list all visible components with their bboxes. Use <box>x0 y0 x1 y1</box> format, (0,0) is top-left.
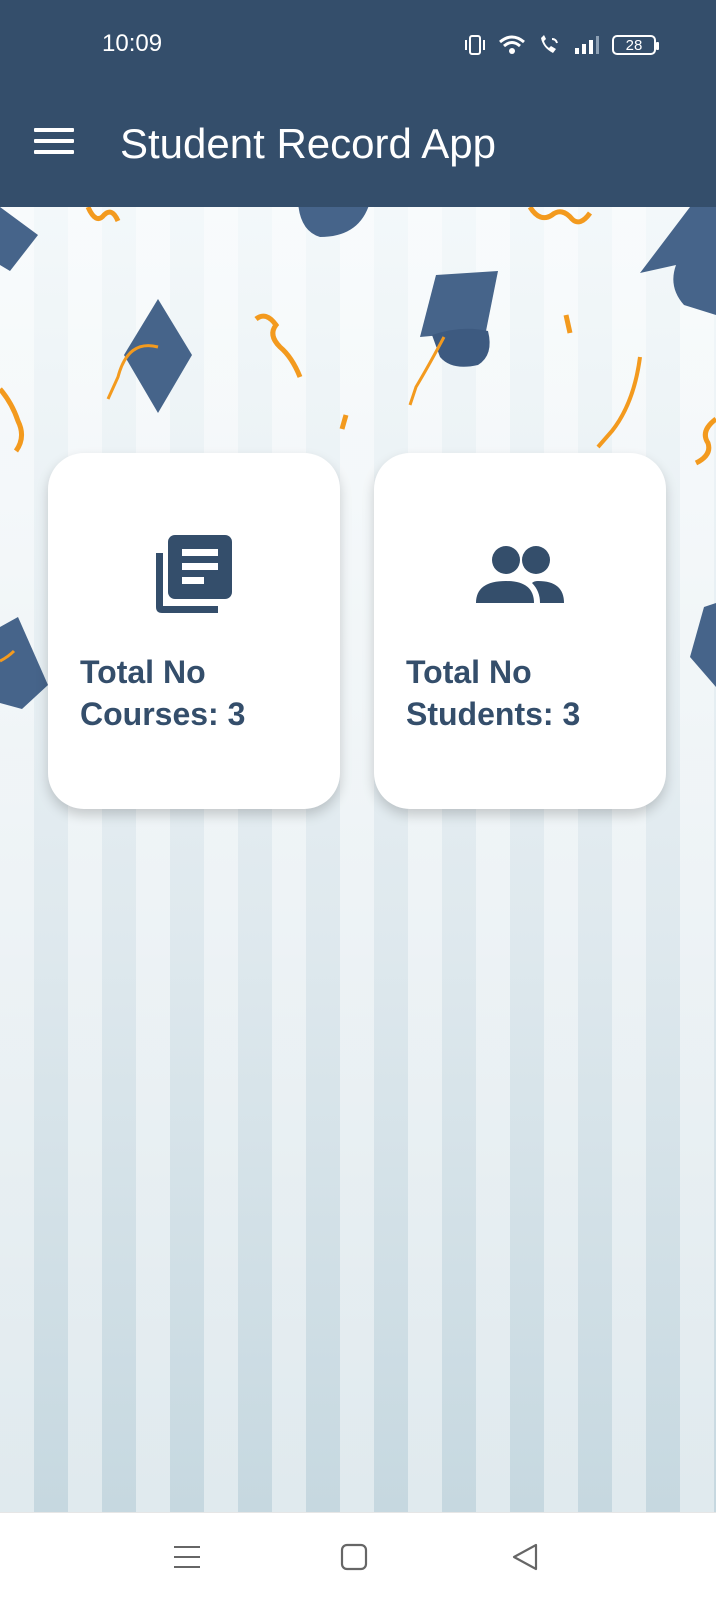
people-icon <box>476 531 564 619</box>
app-title: Student Record App <box>120 120 496 167</box>
vibrate-icon <box>464 34 486 56</box>
total-courses-label: Total No Courses: 3 <box>80 654 246 732</box>
battery-icon: 28 <box>612 35 659 55</box>
battery-level: 28 <box>612 35 659 55</box>
total-courses-card[interactable]: Total No Courses: 3 <box>48 453 340 809</box>
dashboard-content: Total No Courses: 3 Total No Students: 3 <box>0 207 716 1512</box>
total-students-card[interactable]: Total No Students: 3 <box>374 453 666 809</box>
system-navigation-bar <box>0 1512 716 1601</box>
wifi-icon <box>498 34 526 56</box>
signal-icon <box>574 35 600 55</box>
status-time: 10:09 <box>102 30 163 57</box>
app-bar: 10:09 28 Student Record App <box>0 0 716 207</box>
total-students-label: Total No Students: 3 <box>406 654 581 732</box>
recent-apps-icon[interactable] <box>170 1541 206 1573</box>
home-icon[interactable] <box>336 1541 372 1573</box>
back-icon[interactable] <box>508 1541 544 1573</box>
wifi-call-icon <box>538 34 562 56</box>
graduation-background-illustration <box>0 207 716 709</box>
library-books-icon <box>150 531 238 619</box>
menu-icon[interactable] <box>34 128 74 158</box>
status-icons: 28 <box>464 32 659 58</box>
